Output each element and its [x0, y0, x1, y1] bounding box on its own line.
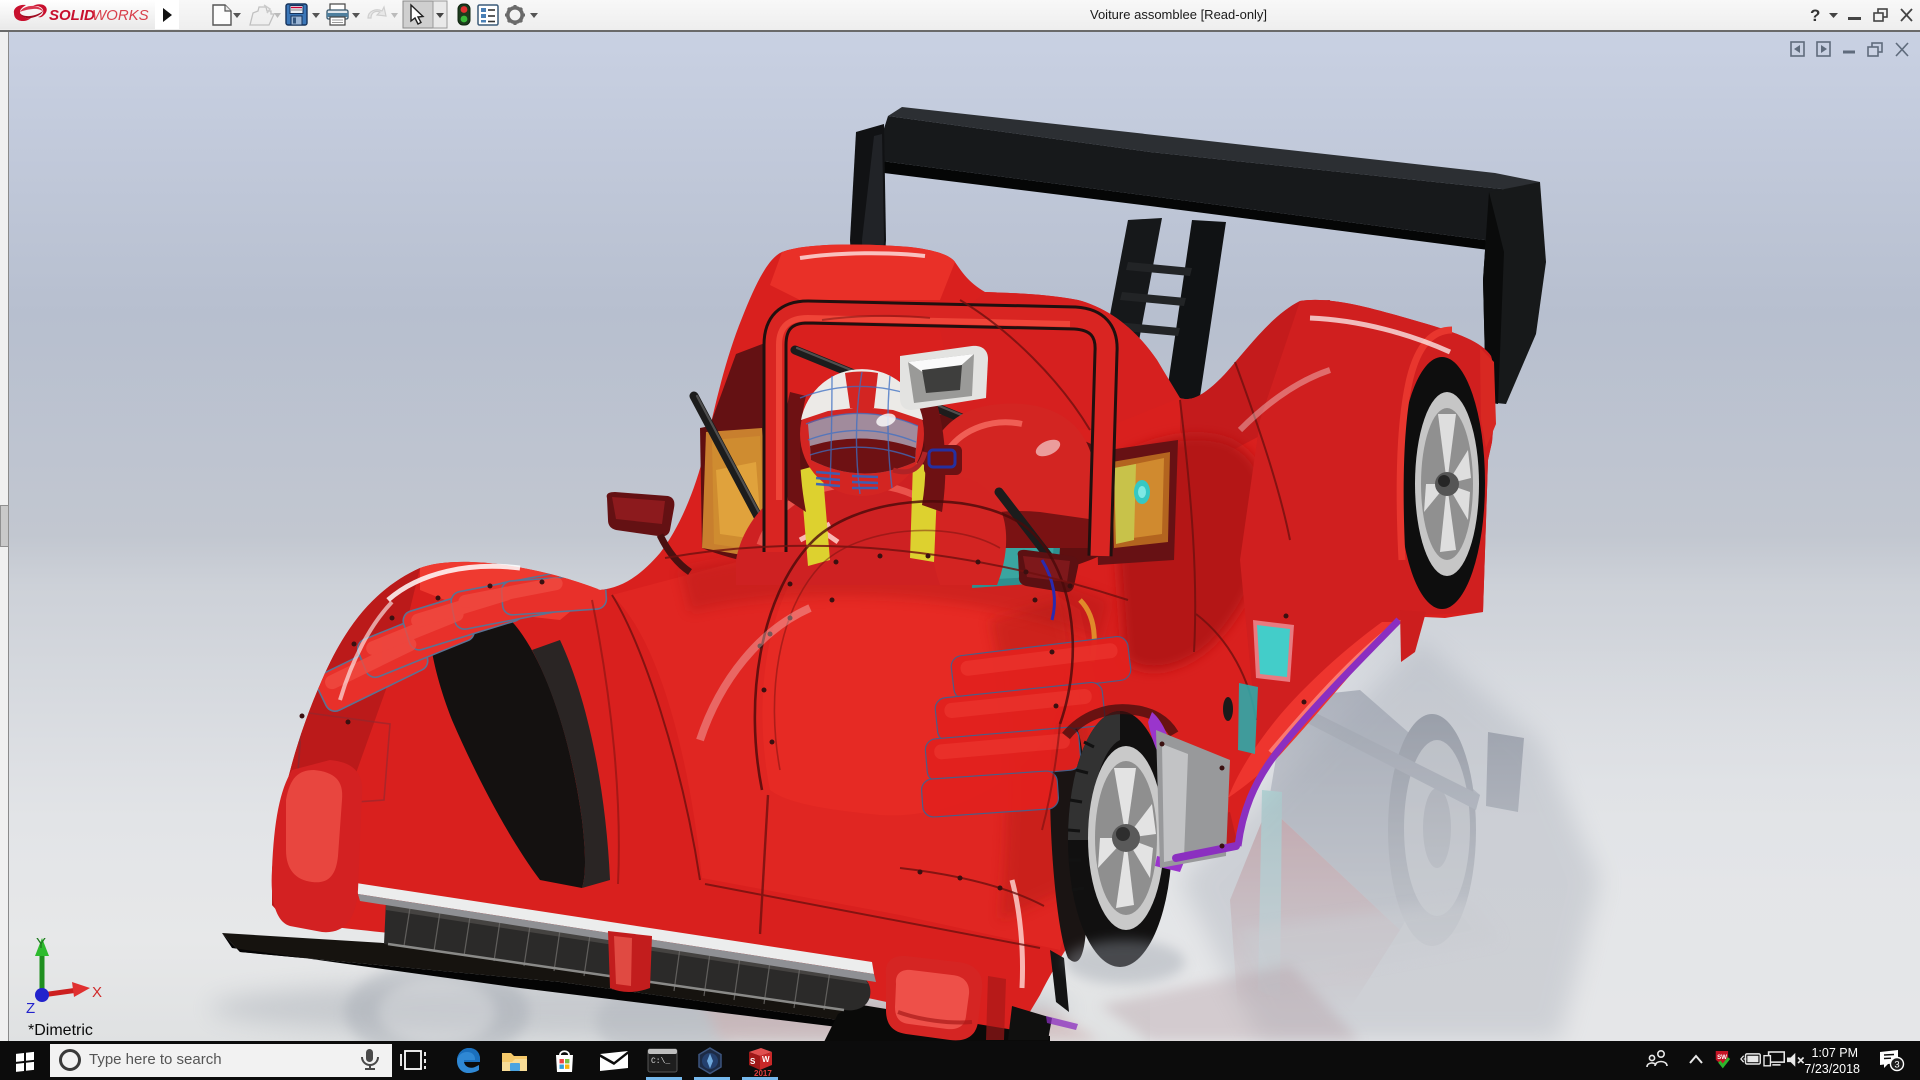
svg-text:Z: Z [26, 1000, 35, 1017]
svg-text:X: X [92, 984, 102, 1001]
svg-text:Y: Y [36, 935, 46, 952]
svg-text:2017: 2017 [754, 1069, 772, 1078]
svg-text:1:07 PM: 1:07 PM [1811, 1046, 1858, 1060]
svg-text:3: 3 [1894, 1060, 1899, 1071]
svg-text:7/23/2018: 7/23/2018 [1804, 1062, 1860, 1076]
svg-text:SOLID: SOLID [49, 7, 95, 24]
svg-text:WORKS: WORKS [92, 7, 149, 24]
svg-text:?: ? [1810, 6, 1820, 25]
svg-text:C:\_: C:\_ [651, 1057, 670, 1066]
svg-text:S: S [750, 1057, 756, 1066]
svg-text:W: W [762, 1055, 770, 1064]
